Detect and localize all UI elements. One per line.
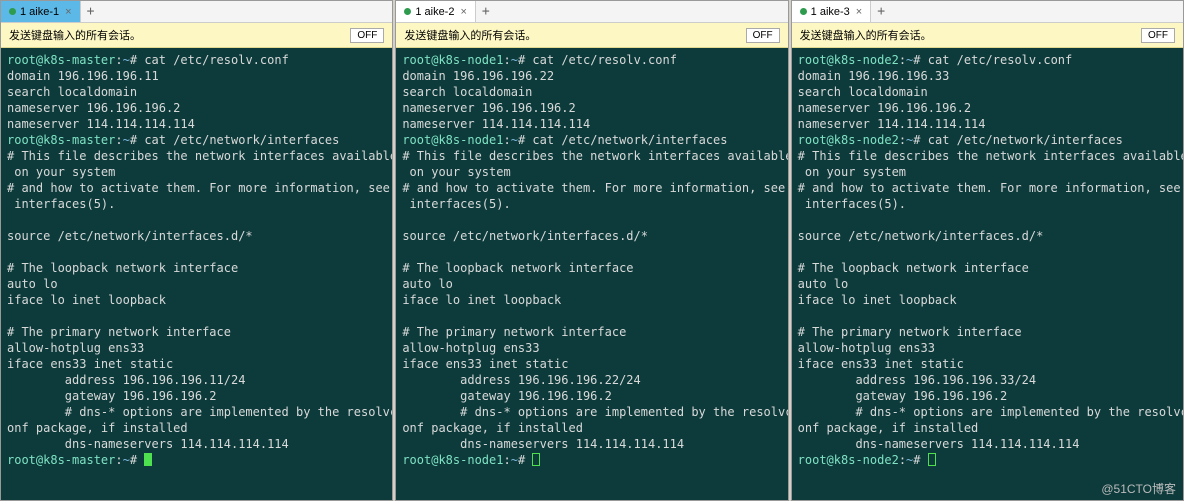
broadcast-notice: 发送键盘输入的所有会话。 OFF — [1, 23, 392, 48]
broadcast-notice: 发送键盘输入的所有会话。 OFF — [792, 23, 1183, 48]
session-tab[interactable]: 1 aike-2 × — [396, 1, 476, 22]
status-dot-icon — [800, 8, 807, 15]
add-tab-button[interactable]: + — [476, 2, 496, 21]
off-button[interactable]: OFF — [350, 28, 384, 43]
terminal-output[interactable]: root@k8s-master:~# cat /etc/resolv.conf … — [1, 48, 392, 500]
add-tab-button[interactable]: + — [871, 2, 891, 21]
off-button[interactable]: OFF — [746, 28, 780, 43]
status-dot-icon — [404, 8, 411, 15]
split-layout: 1 aike-1 × + 发送键盘输入的所有会话。 OFF root@k8s-m… — [0, 0, 1184, 501]
tab-label: 1 aike-3 — [811, 6, 850, 18]
watermark: @51CTO博客 — [1101, 480, 1176, 497]
status-dot-icon — [9, 8, 16, 15]
tab-bar: 1 aike-1 × + — [1, 1, 392, 23]
notice-text: 发送键盘输入的所有会话。 — [800, 27, 932, 43]
tab-bar: 1 aike-3 × + — [792, 1, 1183, 23]
broadcast-notice: 发送键盘输入的所有会话。 OFF — [396, 23, 787, 48]
terminal-pane: 1 aike-1 × + 发送键盘输入的所有会话。 OFF root@k8s-m… — [0, 0, 393, 501]
terminal-pane: 1 aike-2 × + 发送键盘输入的所有会话。 OFF root@k8s-n… — [395, 0, 788, 501]
tab-bar: 1 aike-2 × + — [396, 1, 787, 23]
tab-label: 1 aike-2 — [415, 6, 454, 18]
notice-text: 发送键盘输入的所有会话。 — [9, 27, 141, 43]
close-icon[interactable]: × — [65, 6, 71, 18]
add-tab-button[interactable]: + — [81, 2, 101, 21]
close-icon[interactable]: × — [460, 6, 466, 18]
terminal-pane: 1 aike-3 × + 发送键盘输入的所有会话。 OFF root@k8s-n… — [791, 0, 1184, 501]
notice-text: 发送键盘输入的所有会话。 — [404, 27, 536, 43]
off-button[interactable]: OFF — [1141, 28, 1175, 43]
session-tab[interactable]: 1 aike-1 × — [1, 1, 81, 22]
session-tab[interactable]: 1 aike-3 × — [792, 1, 872, 22]
tab-label: 1 aike-1 — [20, 6, 59, 18]
close-icon[interactable]: × — [856, 6, 862, 18]
terminal-output[interactable]: root@k8s-node2:~# cat /etc/resolv.conf d… — [792, 48, 1183, 500]
terminal-output[interactable]: root@k8s-node1:~# cat /etc/resolv.conf d… — [396, 48, 787, 500]
